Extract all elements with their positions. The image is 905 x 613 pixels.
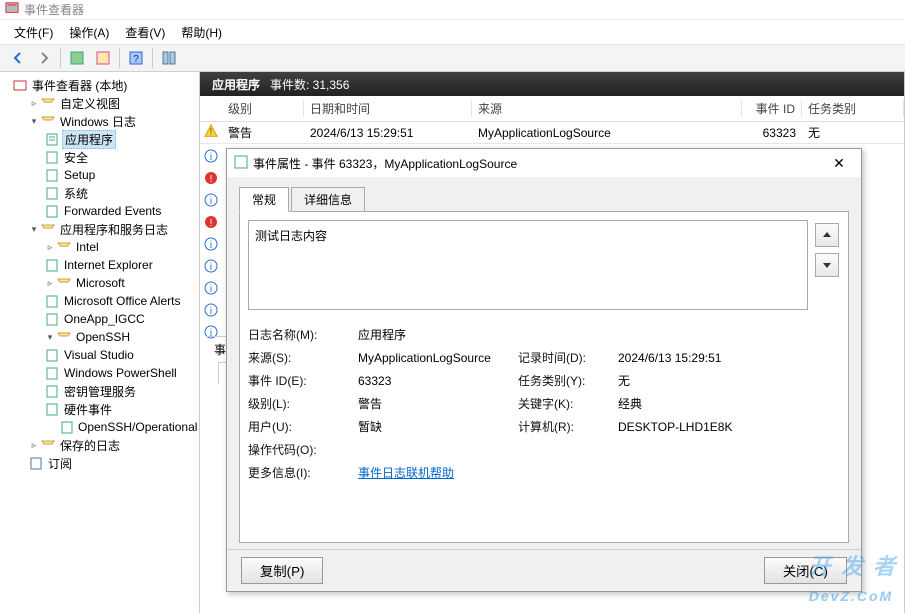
tree-windows-logs[interactable]: ▾Windows 日志: [0, 112, 199, 130]
tree-forwarded[interactable]: Forwarded Events: [0, 202, 199, 220]
tree-oneapp[interactable]: OneApp_IGCC: [0, 310, 199, 328]
title-bar: 事件查看器: [0, 0, 905, 20]
col-datetime[interactable]: 日期和时间: [304, 100, 472, 117]
toolbar: ?: [0, 44, 905, 72]
close-dialog-button[interactable]: 关闭(C): [764, 557, 847, 584]
col-source[interactable]: 来源: [472, 100, 742, 117]
info-icon: i: [204, 303, 218, 320]
svg-text:!: !: [210, 218, 213, 229]
tree-app-service-logs[interactable]: ▾应用程序和服务日志: [0, 220, 199, 238]
online-help-link[interactable]: 事件日志联机帮助: [358, 464, 518, 481]
close-button[interactable]: ✕: [823, 152, 855, 174]
col-level[interactable]: 级别: [222, 100, 304, 117]
grid-row[interactable]: ! 警告 2024/6/13 15:29:51 MyApplicationLog…: [200, 122, 904, 144]
help-button[interactable]: ?: [124, 46, 148, 70]
tree-office-alerts[interactable]: Microsoft Office Alerts: [0, 292, 199, 310]
dialog-icon: [233, 154, 249, 173]
layout-button[interactable]: [157, 46, 181, 70]
properties-button[interactable]: [91, 46, 115, 70]
event-properties-dialog: 事件属性 - 事件 63323，MyApplicationLogSource ✕…: [226, 148, 862, 592]
svg-text:i: i: [210, 152, 212, 163]
forward-button[interactable]: [32, 46, 56, 70]
info-icon: i: [204, 281, 218, 298]
tree-microsoft[interactable]: ▹Microsoft: [0, 274, 199, 292]
tree-openssh-operational[interactable]: OpenSSH/Operational: [0, 418, 199, 436]
error-icon: !: [204, 215, 218, 232]
tree-kms[interactable]: 密钥管理服务: [0, 382, 199, 400]
back-button[interactable]: [6, 46, 30, 70]
dialog-title-bar[interactable]: 事件属性 - 事件 63323，MyApplicationLogSource ✕: [227, 149, 861, 177]
tree-root[interactable]: 事件查看器 (本地): [0, 76, 199, 94]
svg-text:i: i: [210, 240, 212, 251]
menu-bar: 文件(F) 操作(A) 查看(V) 帮助(H): [0, 20, 905, 44]
info-icon: i: [204, 237, 218, 254]
tree-intel[interactable]: ▹Intel: [0, 238, 199, 256]
tree-saved-logs[interactable]: ▹保存的日志: [0, 436, 199, 454]
menu-action[interactable]: 操作(A): [63, 22, 115, 43]
log-title: 应用程序: [212, 76, 260, 93]
menu-help[interactable]: 帮助(H): [175, 22, 228, 43]
col-eventid[interactable]: 事件 ID: [742, 100, 802, 117]
svg-text:!: !: [210, 127, 212, 137]
tab-general[interactable]: 常规: [239, 187, 289, 212]
tree-ie[interactable]: Internet Explorer: [0, 256, 199, 274]
grid-header[interactable]: 级别 日期和时间 来源 事件 ID 任务类别: [200, 96, 904, 122]
show-tree-button[interactable]: [65, 46, 89, 70]
copy-button[interactable]: 复制(P): [241, 557, 323, 584]
warning-icon: !: [204, 124, 218, 141]
tree-system[interactable]: 系统: [0, 184, 199, 202]
event-count: 事件数: 31,356: [270, 76, 349, 93]
event-details: 日志名称(M):应用程序 来源(S):MyApplicationLogSourc…: [248, 326, 808, 481]
tree-custom-views[interactable]: ▹自定义视图: [0, 94, 199, 112]
next-event-button[interactable]: [815, 253, 839, 277]
tree-security[interactable]: 安全: [0, 148, 199, 166]
info-icon: i: [204, 193, 218, 210]
info-icon: i: [204, 259, 218, 276]
col-task[interactable]: 任务类别: [802, 100, 904, 117]
info-icon: i: [204, 149, 218, 166]
tree-application[interactable]: 应用程序: [0, 130, 199, 148]
menu-view[interactable]: 查看(V): [119, 22, 171, 43]
svg-text:i: i: [210, 262, 212, 273]
svg-text:i: i: [210, 284, 212, 295]
event-grid[interactable]: 级别 日期和时间 来源 事件 ID 任务类别 ! 警告 2024/6/13 15…: [200, 96, 904, 144]
tree-visual-studio[interactable]: Visual Studio: [0, 346, 199, 364]
tree-panel[interactable]: 事件查看器 (本地) ▹自定义视图 ▾Windows 日志 应用程序 安全 Se…: [0, 72, 200, 613]
window-title: 事件查看器: [24, 1, 84, 18]
svg-text:!: !: [210, 174, 213, 185]
error-icon: !: [204, 171, 218, 188]
svg-text:i: i: [210, 196, 212, 207]
event-message[interactable]: 测试日志内容: [248, 220, 808, 310]
row-icons-partial: i ! i ! i i i i i: [200, 146, 222, 344]
tree-openssh[interactable]: ▾OpenSSH: [0, 328, 199, 346]
svg-text:i: i: [210, 306, 212, 317]
menu-file[interactable]: 文件(F): [8, 22, 59, 43]
tree-hardware[interactable]: 硬件事件: [0, 400, 199, 418]
tree-setup[interactable]: Setup: [0, 166, 199, 184]
tree-powershell[interactable]: Windows PowerShell: [0, 364, 199, 382]
dialog-title: 事件属性 - 事件 63323，MyApplicationLogSource: [249, 155, 823, 172]
app-icon: [5, 1, 19, 18]
tab-details[interactable]: 详细信息: [291, 187, 365, 212]
svg-text:?: ?: [133, 54, 139, 65]
tree-subscriptions[interactable]: 订阅: [0, 454, 199, 472]
prev-event-button[interactable]: [815, 223, 839, 247]
content-header: 应用程序 事件数: 31,356: [200, 72, 904, 96]
